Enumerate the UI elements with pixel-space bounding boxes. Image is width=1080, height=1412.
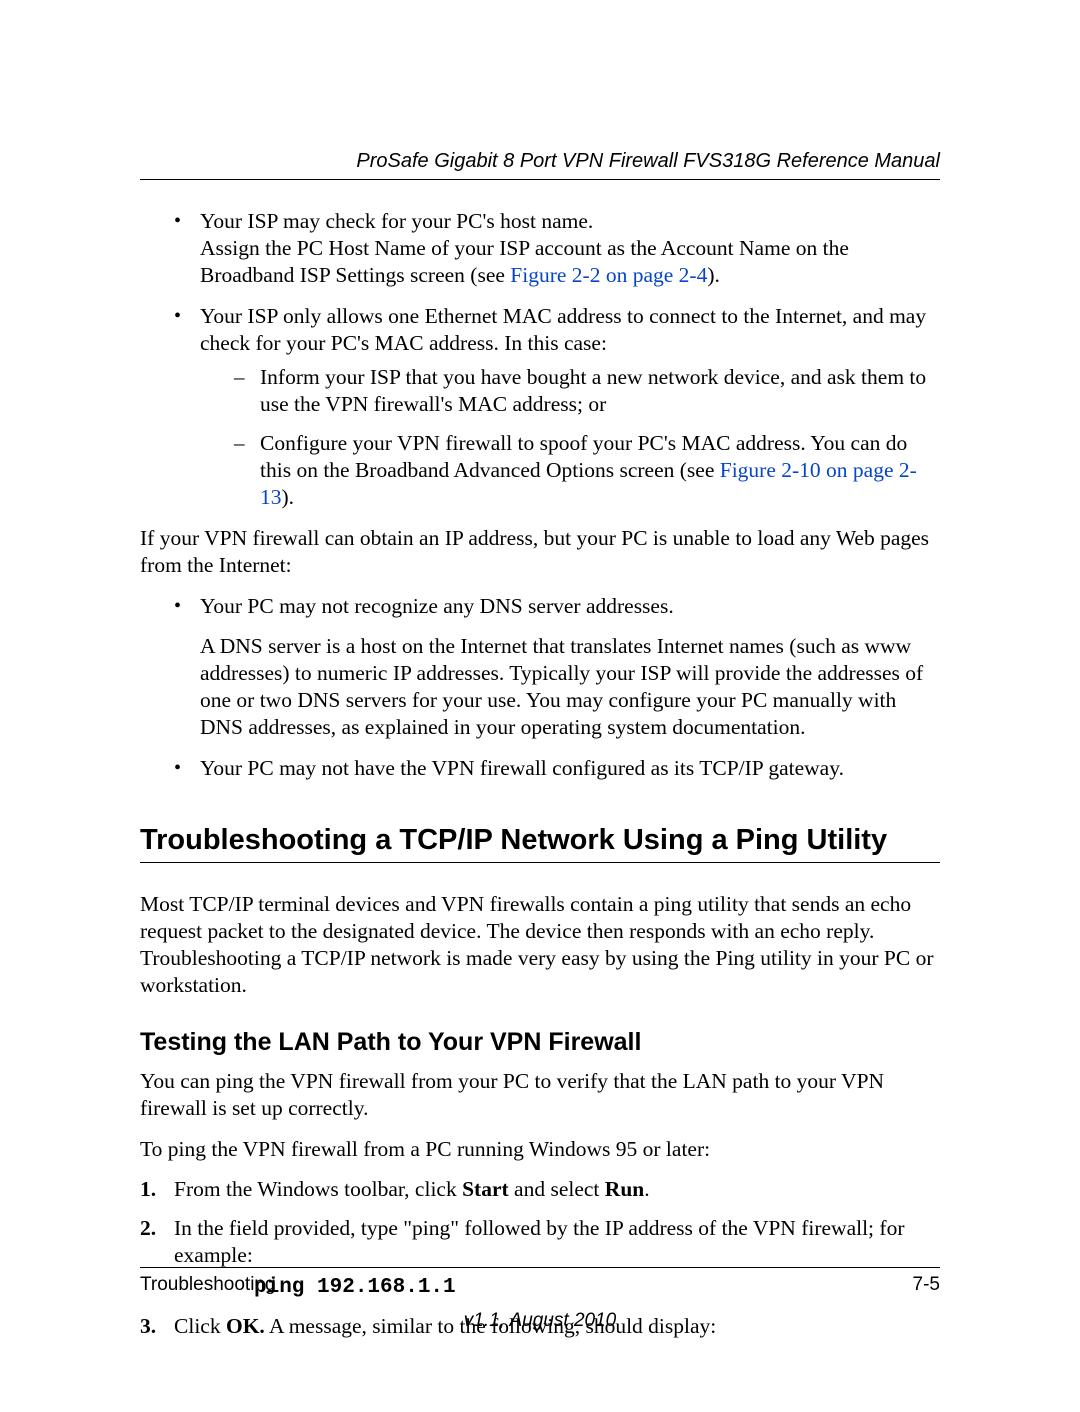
paragraph: A DNS server is a host on the Internet t… <box>200 633 940 741</box>
header-rule <box>140 179 940 180</box>
document-page: ProSafe Gigabit 8 Port VPN Firewall FVS3… <box>0 0 1080 1412</box>
page-footer: Troubleshooting 7-5 v1.1, August 2010 <box>140 1267 940 1332</box>
paragraph: If your VPN firewall can obtain an IP ad… <box>140 525 940 579</box>
bullet-list-top: Your ISP may check for your PC's host na… <box>140 208 940 511</box>
body-content: Your ISP may check for your PC's host na… <box>140 208 940 1340</box>
heading-rule <box>140 862 940 863</box>
running-header: ProSafe Gigabit 8 Port VPN Firewall FVS3… <box>140 150 940 173</box>
paragraph: To ping the VPN firewall from a PC runni… <box>140 1136 940 1163</box>
text: In the field provided, type "ping" follo… <box>174 1216 904 1267</box>
list-item: Your PC may not have the VPN firewall co… <box>174 755 940 782</box>
ui-label: Start <box>462 1177 509 1201</box>
list-item: Your PC may not recognize any DNS server… <box>174 593 940 741</box>
text: Your PC may not recognize any DNS server… <box>200 593 940 620</box>
paragraph: Most TCP/IP terminal devices and VPN fir… <box>140 891 940 999</box>
list-item: Inform your ISP that you have bought a n… <box>234 364 940 418</box>
list-item: Configure your VPN firewall to spoof you… <box>234 430 940 511</box>
dash-list: Inform your ISP that you have bought a n… <box>200 364 940 510</box>
ui-label: Run <box>605 1177 644 1201</box>
text: ). <box>707 263 720 287</box>
text: From the Windows toolbar, click <box>174 1177 462 1201</box>
list-item: 1. From the Windows toolbar, click Start… <box>140 1176 940 1203</box>
bullet-list-bottom: Your PC may not recognize any DNS server… <box>140 593 940 782</box>
text: and select <box>509 1177 605 1201</box>
footer-rule <box>140 1267 940 1268</box>
section-heading: Troubleshooting a TCP/IP Network Using a… <box>140 822 940 858</box>
version-footer: v1.1, August 2010 <box>140 1310 940 1332</box>
text: ). <box>282 485 295 509</box>
paragraph: You can ping the VPN firewall from your … <box>140 1068 940 1122</box>
text: Your ISP only allows one Ethernet MAC ad… <box>200 304 926 355</box>
text: Inform your ISP that you have bought a n… <box>260 365 926 416</box>
text: Your PC may not have the VPN firewall co… <box>200 756 844 780</box>
text: Your ISP may check for your PC's host na… <box>200 209 593 233</box>
step-number: 2. <box>140 1215 156 1242</box>
cross-ref-link[interactable]: Figure 2-2 on page 2-4 <box>510 263 707 287</box>
list-item: Your ISP may check for your PC's host na… <box>174 208 940 289</box>
footer-line: Troubleshooting 7-5 <box>140 1274 940 1296</box>
subsection-heading: Testing the LAN Path to Your VPN Firewal… <box>140 1027 940 1058</box>
list-item: Your ISP only allows one Ethernet MAC ad… <box>174 303 940 511</box>
text: . <box>644 1177 649 1201</box>
step-number: 1. <box>140 1176 156 1203</box>
chapter-title: Troubleshooting <box>140 1274 276 1296</box>
page-number: 7-5 <box>913 1274 940 1296</box>
